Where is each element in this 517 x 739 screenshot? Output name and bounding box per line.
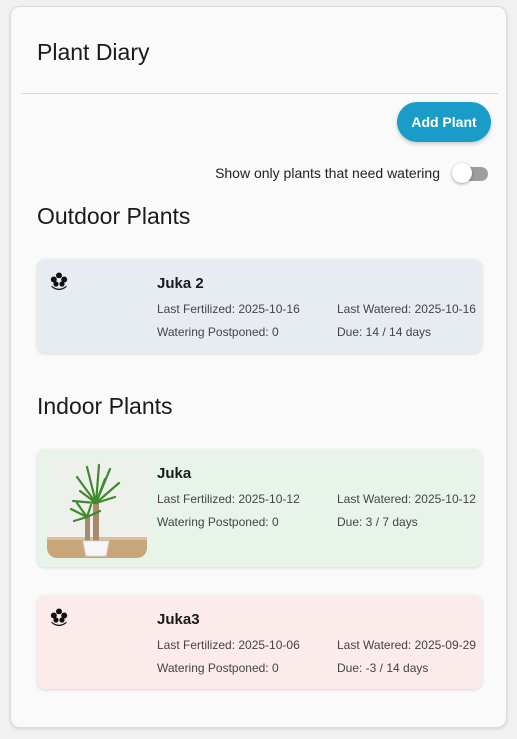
watering-due: Due: 3 / 7 days	[337, 515, 418, 529]
last-fertilized: Last Fertilized: 2025-10-12	[157, 492, 300, 506]
indoor-section-title: Indoor Plants	[37, 393, 173, 419]
watering-postponed: Watering Postponed: 0	[157, 661, 279, 675]
last-fertilized: Last Fertilized: 2025-10-06	[157, 638, 300, 652]
add-plant-button[interactable]: Add Plant	[397, 102, 491, 142]
plant-card-juka-2[interactable]: Juka 2 Last Fertilized: 2025-10-16 Last …	[37, 259, 482, 353]
plant-card-juka[interactable]: Juka Last Fertilized: 2025-10-12 Last Wa…	[37, 449, 482, 567]
header-divider	[21, 93, 498, 94]
flower-icon	[49, 607, 69, 627]
last-watered: Last Watered: 2025-10-16	[337, 302, 476, 316]
plant-name: Juka	[157, 465, 192, 482]
plant-diary-card: Plant Diary Add Plant Show only plants t…	[10, 6, 507, 728]
plant-card-juka3[interactable]: Juka3 Last Fertilized: 2025-10-06 Last W…	[37, 595, 482, 689]
needs-watering-toggle[interactable]	[452, 163, 488, 183]
watering-due: Due: -3 / 14 days	[337, 661, 429, 675]
last-watered: Last Watered: 2025-10-12	[337, 492, 476, 506]
page-title: Plant Diary	[37, 39, 150, 65]
watering-postponed: Watering Postponed: 0	[157, 325, 279, 339]
watering-due: Due: 14 / 14 days	[337, 325, 432, 339]
plant-name: Juka3	[157, 611, 200, 628]
last-fertilized: Last Fertilized: 2025-10-16	[157, 302, 300, 316]
plant-name: Juka 2	[157, 275, 204, 292]
plant-photo	[47, 459, 147, 558]
flower-icon	[49, 271, 69, 291]
filter-label: Show only plants that need watering	[215, 165, 440, 181]
outdoor-section-title: Outdoor Plants	[37, 203, 191, 229]
watering-postponed: Watering Postponed: 0	[157, 515, 279, 529]
needs-watering-filter: Show only plants that need watering	[215, 163, 488, 183]
toggle-thumb[interactable]	[452, 163, 472, 183]
last-watered: Last Watered: 2025-09-29	[337, 638, 476, 652]
